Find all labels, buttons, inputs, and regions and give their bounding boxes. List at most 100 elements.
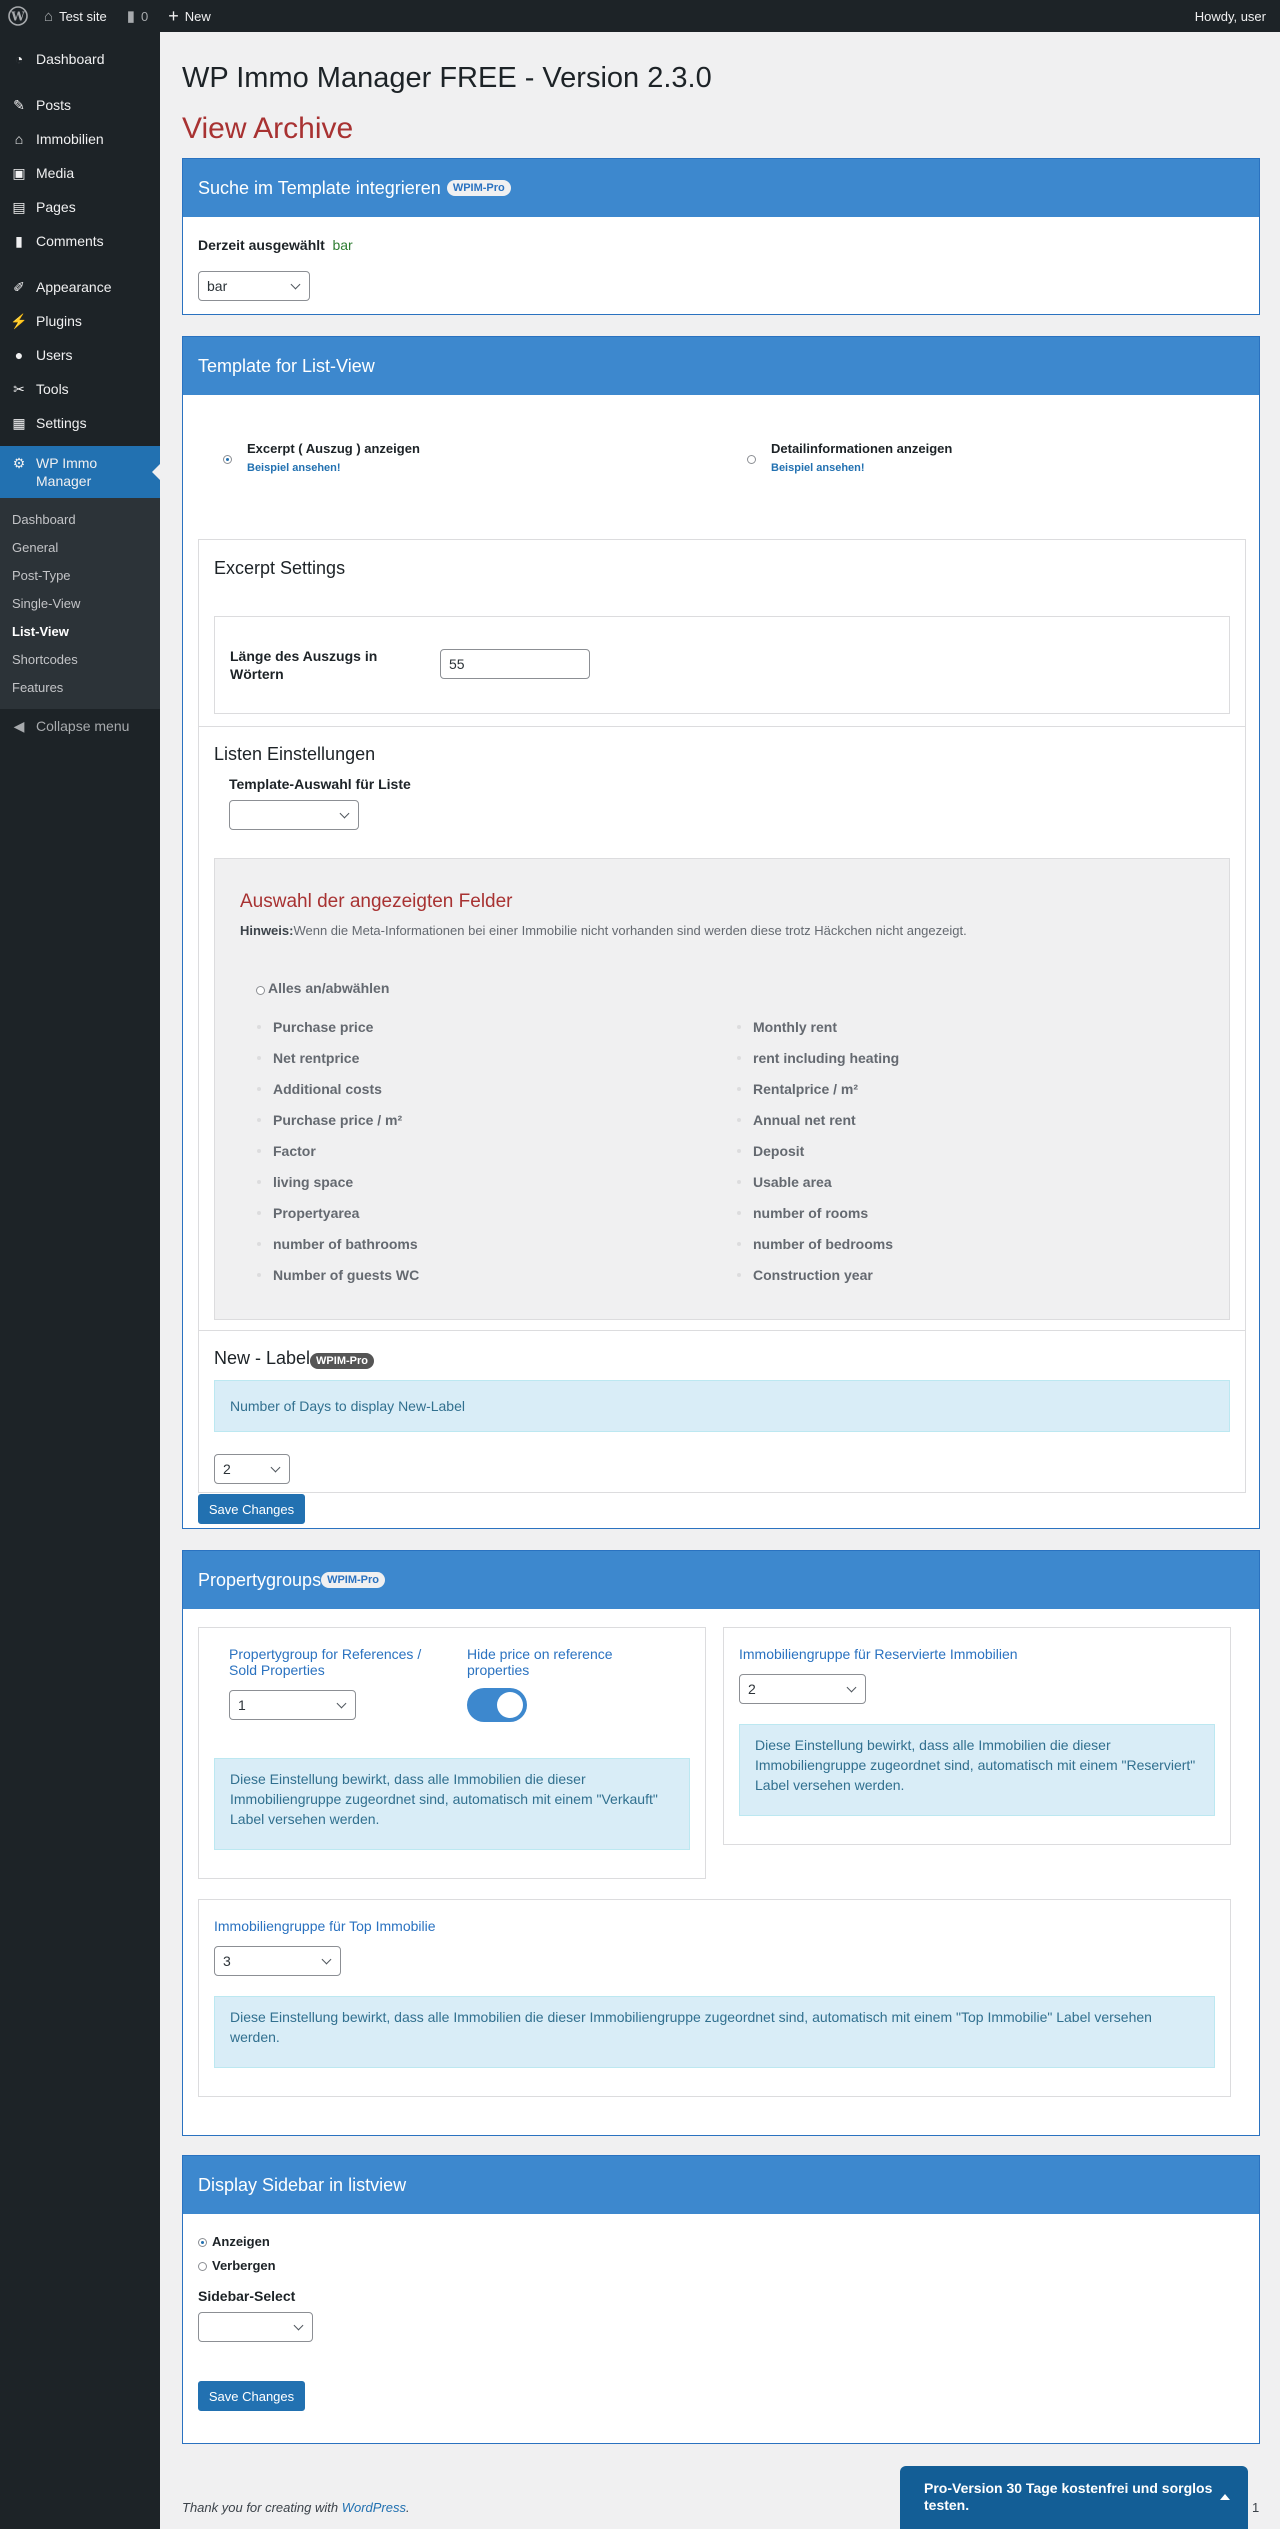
checkbox-icon[interactable]	[257, 1056, 261, 1060]
checkbox-icon[interactable]	[737, 1211, 741, 1215]
top-info: Diese Einstellung bewirkt, dass alle Imm…	[214, 1996, 1215, 2068]
checkbox-icon[interactable]	[737, 1056, 741, 1060]
checkbox-icon[interactable]	[257, 1149, 261, 1153]
checkbox-icon[interactable]	[737, 1087, 741, 1091]
save-changes-button[interactable]: Save Changes	[198, 2381, 305, 2411]
checkbox-icon[interactable]	[257, 1118, 261, 1122]
list-settings-title: Listen Einstellungen	[214, 744, 376, 764]
checkbox-icon[interactable]	[257, 1242, 261, 1246]
excerpt-example-link[interactable]: Beispiel ansehen!	[247, 462, 420, 474]
excerpt-radio[interactable]	[223, 455, 232, 464]
excerpt-settings-title: Excerpt Settings	[214, 558, 346, 578]
field-checkbox-item[interactable]: Number of guests WC	[257, 1267, 419, 1283]
collapse-menu-button[interactable]: ◀ Collapse menu	[0, 709, 160, 743]
details-radio[interactable]	[747, 455, 756, 464]
submenu-single-view[interactable]: Single-View	[0, 589, 160, 617]
menu-plugins[interactable]: ⚡ Plugins	[0, 304, 160, 338]
list-template-select[interactable]	[229, 800, 359, 830]
menu-comments[interactable]: ▮ Comments	[0, 224, 160, 258]
svg-text:W: W	[10, 10, 25, 24]
menu-settings[interactable]: ▦ Settings	[0, 406, 160, 440]
field-checkbox-item[interactable]: Rentalprice / m²	[737, 1081, 858, 1097]
site-name-link[interactable]: ⌂ Test site	[34, 0, 117, 32]
field-checkbox-item[interactable]: Construction year	[737, 1267, 873, 1283]
page-title: WP Immo Manager FREE - Version 2.3.0	[182, 62, 712, 94]
field-checkbox-item[interactable]: Monthly rent	[737, 1019, 837, 1035]
sidebar-select[interactable]	[198, 2312, 313, 2342]
top-group-select[interactable]: 3	[214, 1946, 341, 1976]
menu-media[interactable]: ▣ Media	[0, 156, 160, 190]
hide-price-toggle[interactable]	[467, 1688, 527, 1722]
comment-icon: ▮	[15, 232, 23, 249]
checkbox-icon[interactable]	[737, 1149, 741, 1153]
field-checkbox-item[interactable]: Additional costs	[257, 1081, 382, 1097]
submenu: Dashboard General Post-Type Single-View …	[0, 498, 160, 709]
pro-badge: WPIM-Pro	[321, 1572, 386, 1588]
menu-pages[interactable]: ▤ Pages	[0, 190, 160, 224]
new-content-link[interactable]: + New	[158, 0, 221, 32]
howdy-user-link[interactable]: Howdy, user	[1185, 0, 1280, 32]
excerpt-length-box: Länge des Auszugs in Wörtern 55	[214, 616, 1230, 714]
menu-appearance[interactable]: ✐ Appearance	[0, 270, 160, 304]
menu-users[interactable]: ● Users	[0, 338, 160, 372]
pro-version-banner[interactable]: Pro-Version 30 Tage kostenfrei und sorgl…	[900, 2466, 1248, 2529]
dashboard-icon: ◔	[14, 51, 24, 67]
field-checkbox-item[interactable]: Net rentprice	[257, 1050, 359, 1066]
submenu-shortcodes[interactable]: Shortcodes	[0, 645, 160, 673]
field-checkbox-item[interactable]: Propertyarea	[257, 1205, 359, 1221]
admin-sidebar: ◔ Dashboard ✎ Posts ⌂ Immobilien ▣ Media ▤ Pa…	[0, 32, 160, 2529]
reserved-info: Diese Einstellung bewirkt, dass alle Imm…	[739, 1724, 1215, 1816]
media-icon: ▣	[12, 164, 26, 181]
submenu-features[interactable]: Features	[0, 673, 160, 701]
comments-link[interactable]: ▮ 0	[117, 0, 159, 32]
show-sidebar-radio[interactable]	[198, 2238, 207, 2247]
menu-immobilien[interactable]: ⌂ Immobilien	[0, 122, 160, 156]
checkbox-icon[interactable]	[737, 1180, 741, 1184]
checkbox-icon[interactable]	[257, 1273, 261, 1277]
excerpt-length-input[interactable]: 55	[440, 649, 590, 679]
field-checkbox-item[interactable]: Purchase price	[257, 1019, 373, 1035]
checkbox-icon[interactable]	[737, 1242, 741, 1246]
checkbox-icon[interactable]	[737, 1025, 741, 1029]
menu-wp-immo-manager[interactable]: ⚙ WP Immo Manager	[0, 446, 160, 498]
wordpress-link[interactable]: WordPress	[342, 2500, 406, 2515]
menu-tools[interactable]: ✂ Tools	[0, 372, 160, 406]
checkbox-icon[interactable]	[737, 1118, 741, 1122]
field-checkbox-item[interactable]: Usable area	[737, 1174, 832, 1190]
references-group-select[interactable]: 1	[229, 1690, 356, 1720]
field-checkbox-item[interactable]: number of bathrooms	[257, 1236, 418, 1252]
checkbox-icon[interactable]	[257, 1211, 261, 1215]
field-checkbox-item[interactable]: Factor	[257, 1143, 316, 1159]
search-template-select[interactable]: bar	[198, 271, 310, 301]
submenu-dashboard[interactable]: Dashboard	[0, 505, 160, 533]
new-label-days-select[interactable]: 2	[214, 1454, 290, 1484]
field-checkbox-item[interactable]: number of bedrooms	[737, 1236, 893, 1252]
fields-title: Auswahl der angezeigten Felder	[240, 891, 513, 912]
reserved-group-select[interactable]: 2	[739, 1674, 866, 1704]
field-checkbox-item[interactable]: rent including heating	[737, 1050, 899, 1066]
details-example-link[interactable]: Beispiel ansehen!	[771, 462, 952, 474]
submenu-post-type[interactable]: Post-Type	[0, 561, 160, 589]
wordpress-logo-icon[interactable]: W	[2, 0, 34, 32]
submenu-general[interactable]: General	[0, 533, 160, 561]
menu-dashboard[interactable]: ◔ Dashboard	[0, 42, 160, 76]
save-changes-button[interactable]: Save Changes	[198, 1494, 305, 1524]
hide-sidebar-radio[interactable]	[198, 2262, 207, 2271]
field-checkbox-item[interactable]: number of rooms	[737, 1205, 868, 1221]
field-checkbox-item[interactable]: Deposit	[737, 1143, 804, 1159]
checkbox-icon[interactable]	[257, 1087, 261, 1091]
menu-posts[interactable]: ✎ Posts	[0, 88, 160, 122]
field-checkbox-item[interactable]: living space	[257, 1174, 353, 1190]
checkbox-icon[interactable]	[737, 1273, 741, 1277]
field-checkbox-item[interactable]: Annual net rent	[737, 1112, 856, 1128]
brush-icon: ✐	[13, 278, 25, 295]
checkbox-icon[interactable]	[257, 1025, 261, 1029]
field-checkbox-item[interactable]: Purchase price / m²	[257, 1112, 402, 1128]
user-icon: ●	[14, 347, 24, 363]
checkbox-icon[interactable]	[257, 1180, 261, 1184]
fields-selection-box: Auswahl der angezeigten Felder Hinweis:W…	[214, 858, 1230, 1320]
references-info: Diese Einstellung bewirkt, dass alle Imm…	[214, 1758, 690, 1850]
select-all-checkbox[interactable]	[256, 986, 265, 995]
submenu-list-view[interactable]: List-View	[0, 617, 160, 645]
admin-bar: W ⌂ Test site ▮ 0 + New Howdy, user	[0, 0, 1280, 32]
